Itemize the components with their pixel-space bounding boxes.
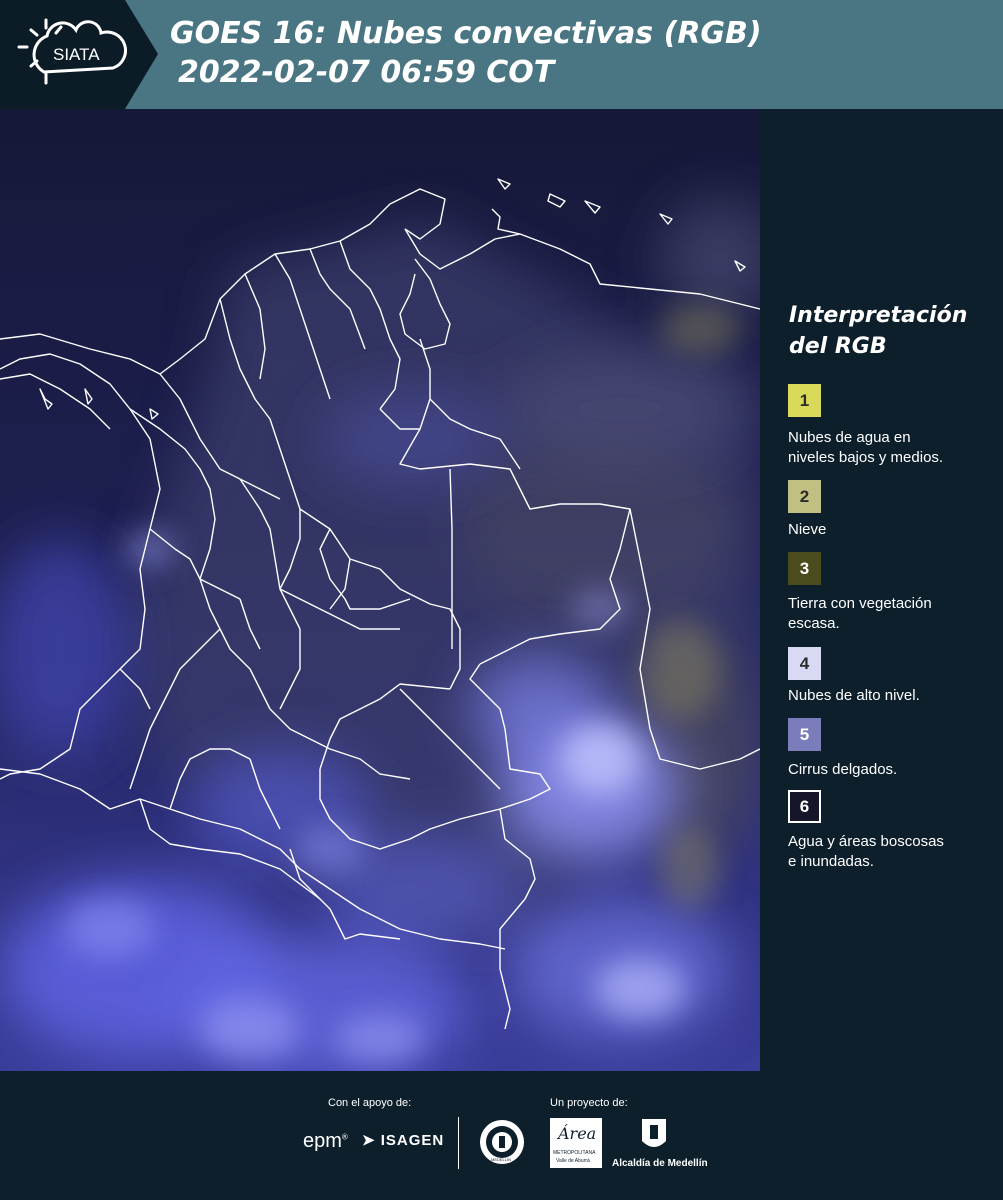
legend-label-6-line2: e inundadas. <box>788 853 874 870</box>
legend-title: Interpretación del RGB <box>789 300 989 362</box>
legend-swatch-6: 6 <box>788 790 821 823</box>
legend-swatch-3: 3 <box>788 552 821 585</box>
legend-title-line1: Interpretación <box>789 303 968 328</box>
legend-label-2: Nieve <box>788 520 993 540</box>
legend-swatch-2: 2 <box>788 480 821 513</box>
legend-label-4: Nubes de alto nivel. <box>788 686 993 706</box>
isagen-logo[interactable]: ➤ ISAGEN <box>362 1131 444 1149</box>
support-caption: Con el apoyo de: <box>328 1097 412 1109</box>
legend-label-1-line2: niveles bajos y medios. <box>788 449 944 466</box>
isagen-logo-text: ISAGEN <box>380 1132 445 1149</box>
legend-label-5-line1: Cirrus delgados. <box>788 761 898 778</box>
area-logo-text: Área <box>558 1124 597 1143</box>
project-caption: Un proyecto de: <box>550 1097 628 1109</box>
medellin-seal-logo[interactable]: MEDELLÍN <box>478 1118 526 1166</box>
area-metropolitana-logo[interactable]: Área METROPOLITANA Valle de Aburrá <box>550 1118 602 1168</box>
legend-swatch-4: 4 <box>788 647 821 680</box>
footer-divider <box>458 1117 459 1169</box>
medellin-seal-text: MEDELLÍN <box>491 1157 512 1162</box>
legend-label-3-line2: escasa. <box>788 615 840 632</box>
header-bar: SIATA GOES 16: Nubes convectivas (RGB) 2… <box>0 0 1003 109</box>
legend-label-6-line1: Agua y áreas boscosas <box>788 833 944 850</box>
page-title-line1: GOES 16: Nubes convectivas (RGB) <box>170 16 762 51</box>
alcaldia-text: Alcaldía de Medellín <box>612 1158 708 1169</box>
epm-logo-text: epm <box>303 1130 342 1152</box>
legend-label-6: Agua y áreas boscosas e inundadas. <box>788 832 993 872</box>
legend-label-2-line1: Nieve <box>788 521 827 538</box>
siata-logo-text: SIATA <box>53 45 100 64</box>
legend-label-3: Tierra con vegetación escasa. <box>788 594 993 634</box>
area-logo-sub1: METROPOLITANA <box>553 1150 596 1156</box>
legend-label-1: Nubes de agua en niveles bajos y medios. <box>788 428 993 468</box>
isagen-bird-icon: ➤ <box>362 1132 376 1149</box>
legend-label-4-line1: Nubes de alto nivel. <box>788 687 920 704</box>
epm-logo[interactable]: epm® <box>303 1130 348 1153</box>
legend-panel <box>760 109 1003 1071</box>
page-title-line2: 2022-02-07 06:59 COT <box>178 55 555 90</box>
legend-label-3-line1: Tierra con vegetación <box>788 595 932 612</box>
satellite-map[interactable] <box>0 109 760 1071</box>
legend-swatch-1: 1 <box>788 384 821 417</box>
legend-label-1-line1: Nubes de agua en <box>788 429 911 446</box>
siata-logo[interactable]: SIATA <box>0 0 160 109</box>
legend-title-line2: del RGB <box>789 334 887 359</box>
alcaldia-shield-icon[interactable] <box>640 1117 668 1153</box>
legend-swatch-5: 5 <box>788 718 821 751</box>
legend-label-5: Cirrus delgados. <box>788 760 993 780</box>
area-logo-sub2: Valle de Aburrá <box>556 1158 590 1164</box>
